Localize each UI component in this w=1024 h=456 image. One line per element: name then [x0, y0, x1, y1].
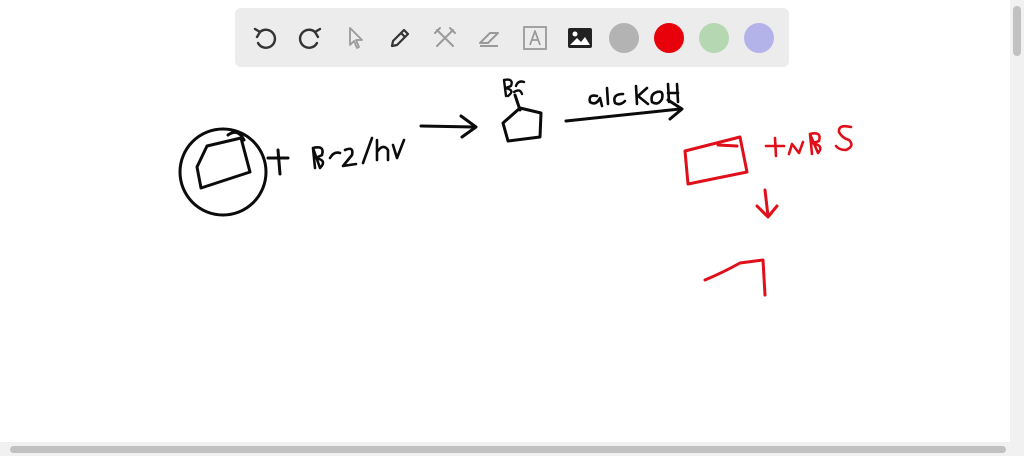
- handwritten-plus-nbs: [764, 124, 853, 158]
- color-swatch-lavender[interactable]: [744, 22, 774, 53]
- circled-ring-drawing: [178, 127, 290, 217]
- tools-button[interactable]: [429, 22, 461, 54]
- color-swatch-gray[interactable]: [609, 22, 639, 53]
- handwritten-br2-hv: [311, 136, 406, 170]
- image-icon: [568, 27, 592, 48]
- undo-icon: [253, 27, 277, 49]
- handwritten-br-label: [502, 78, 526, 98]
- undo-button[interactable]: [249, 22, 281, 54]
- image-tool-button[interactable]: [564, 22, 596, 54]
- color-swatch-red[interactable]: [654, 22, 684, 53]
- pointer-icon: [349, 26, 363, 49]
- vertical-scrollbar-thumb[interactable]: [1013, 6, 1021, 56]
- handwritten-alc-koh: [588, 82, 680, 108]
- select-tool-button[interactable]: [339, 22, 371, 54]
- product-drawing-partial: [703, 258, 767, 297]
- eraser-icon: [479, 31, 499, 47]
- tools-icon: [434, 26, 456, 47]
- redo-button[interactable]: [294, 22, 326, 54]
- eraser-tool-button[interactable]: [474, 22, 506, 54]
- horizontal-scrollbar[interactable]: [0, 442, 1024, 456]
- vertical-scrollbar[interactable]: [1010, 0, 1024, 442]
- text-tool-button[interactable]: [519, 22, 551, 54]
- text-icon: [523, 25, 547, 50]
- pen-tool-button[interactable]: [384, 22, 416, 54]
- horizontal-scrollbar-thumb[interactable]: [10, 446, 1006, 453]
- drawing-toolbar: [235, 8, 789, 67]
- reaction-arrow-down: [755, 188, 779, 219]
- redo-icon: [298, 27, 322, 49]
- pen-icon: [390, 28, 410, 47]
- reaction-arrow-1: [419, 114, 478, 139]
- cyclobutene-drawing: [683, 135, 749, 186]
- bromo-cyclobutane-drawing: [501, 93, 543, 143]
- color-swatch-green[interactable]: [699, 22, 729, 53]
